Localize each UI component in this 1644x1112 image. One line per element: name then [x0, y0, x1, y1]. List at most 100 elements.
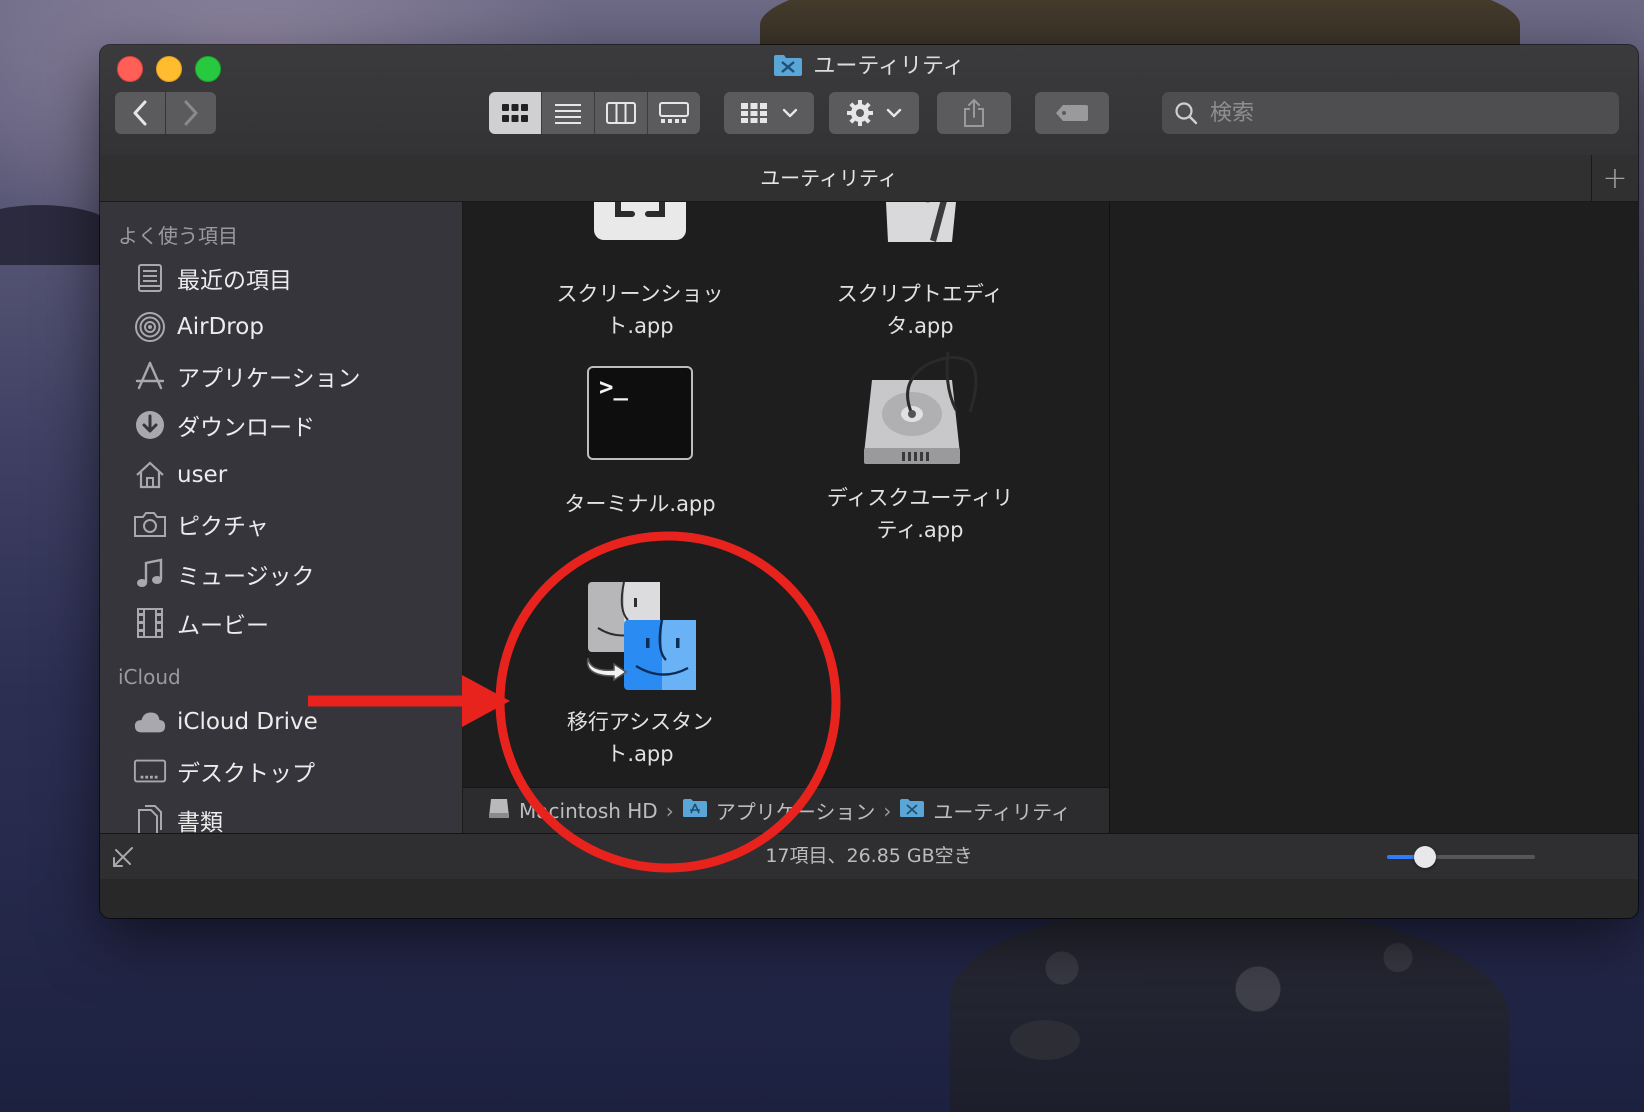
- chevron-down-icon: [782, 108, 798, 118]
- hard-drive-icon: [487, 797, 511, 824]
- file-item-terminal[interactable]: >_ ターミナル.app: [515, 366, 765, 520]
- sidebar-item-label: AirDrop: [177, 314, 264, 340]
- wallpaper-rock: [1010, 1020, 1080, 1060]
- sidebar-section-favorites: よく使う項目: [118, 224, 238, 248]
- path-item-applications[interactable]: アプリケーション: [716, 796, 876, 825]
- sidebar-item-airdrop[interactable]: AirDrop: [133, 307, 264, 347]
- migration-assistant-app-icon: [586, 581, 696, 690]
- file-browser: スクリーンショッ ト.app スクリプトエディ タ.app >_ ターミナル.a…: [463, 202, 1110, 787]
- terminal-app-icon: >_: [587, 366, 693, 460]
- sidebar-item-label: 書類: [177, 810, 223, 836]
- music-icon: [133, 557, 167, 591]
- screenshot-app-icon: [594, 202, 686, 240]
- file-item-disk-utility[interactable]: ディスクユーティリ ティ.app: [795, 352, 1045, 546]
- view-mode-control: [489, 92, 700, 134]
- tab-bar: ユーティリティ +: [100, 155, 1638, 202]
- chevron-right-icon: [184, 100, 198, 126]
- icon-size-slider[interactable]: [1387, 855, 1535, 859]
- file-name-line1: ディスクユーティリ: [826, 486, 1014, 510]
- camera-icon: [133, 507, 167, 541]
- file-name-line1: スクリプトエディ: [836, 282, 1004, 306]
- share-button[interactable]: [937, 92, 1011, 134]
- sidebar-item-label: ダウンロード: [177, 415, 315, 441]
- toolbar: ユーティリティ: [100, 45, 1638, 156]
- tag-icon: [1056, 105, 1088, 121]
- path-item-macintosh-hd[interactable]: Macintosh HD: [519, 799, 658, 823]
- airdrop-icon: [133, 310, 167, 344]
- grid-menu-icon: [741, 103, 767, 123]
- terminal-prompt: >_: [599, 373, 628, 401]
- tags-button[interactable]: [1035, 92, 1109, 134]
- search-field[interactable]: [1162, 92, 1619, 134]
- sidebar-item-label: デスクトップ: [177, 761, 315, 787]
- file-name-line2: ト.app: [606, 742, 674, 766]
- status-bar: 17項目、26.85 GB空き: [100, 833, 1638, 879]
- search-icon: [1175, 102, 1198, 125]
- cloud-icon: [133, 705, 167, 739]
- sidebar-item-pictures[interactable]: ピクチャ: [133, 504, 269, 544]
- path-item-utilities[interactable]: ユーティリティ: [933, 796, 1071, 825]
- path-separator: ›: [665, 798, 674, 823]
- file-item-migration-assistant[interactable]: 移行アシスタン ト.app: [515, 580, 765, 770]
- sidebar-item-movies[interactable]: ムービー: [133, 603, 269, 643]
- recents-icon: [133, 261, 167, 295]
- preview-pane: [1110, 202, 1638, 862]
- sidebar-item-desktop[interactable]: デスクトップ: [133, 751, 315, 791]
- applications-icon: [133, 359, 167, 393]
- sidebar-item-icloud-drive[interactable]: iCloud Drive: [133, 702, 318, 742]
- columns-icon: [606, 102, 636, 124]
- gallery-icon: [659, 102, 689, 123]
- forward-button[interactable]: [166, 92, 216, 134]
- search-input[interactable]: [1208, 99, 1592, 127]
- new-tab-button[interactable]: +: [1591, 155, 1638, 201]
- action-menu-button[interactable]: [829, 92, 919, 134]
- sidebar-item-applications[interactable]: アプリケーション: [133, 356, 361, 396]
- file-item-script-editor[interactable]: スクリプトエディ タ.app: [795, 202, 1045, 342]
- file-item-screenshot[interactable]: スクリーンショッ ト.app: [515, 202, 765, 342]
- window-title-text: ユーティリティ: [813, 54, 965, 79]
- wallpaper-rocks: [950, 905, 1510, 1112]
- group-by-button[interactable]: [724, 92, 814, 134]
- finder-window: ユーティリティ 検索 ユーティリティ + よく使う項目 最近の項目 AirDro…: [100, 45, 1638, 918]
- script-editor-app-icon: [886, 202, 956, 242]
- share-icon: [964, 99, 984, 127]
- sidebar: よく使う項目 最近の項目 AirDrop アプリケーション ダウンロード use…: [100, 202, 463, 862]
- sidebar-item-label: ピクチャ: [177, 514, 269, 540]
- sidebar-section-icloud: iCloud: [118, 665, 181, 689]
- tab-title[interactable]: ユーティリティ: [100, 155, 1558, 201]
- gallery-view-button[interactable]: [648, 92, 700, 134]
- path-bar: Macintosh HD › アプリケーション › ユーティリティ: [463, 787, 1110, 833]
- file-name-line1: ターミナル.app: [564, 492, 716, 516]
- file-name-line1: 移行アシスタン: [566, 710, 714, 734]
- file-name-line2: ト.app: [606, 314, 674, 338]
- applications-folder-icon: [682, 798, 708, 823]
- chevron-left-icon: [133, 100, 147, 126]
- home-icon: [133, 458, 167, 492]
- file-name-line2: タ.app: [886, 314, 954, 338]
- sidebar-item-label: アプリケーション: [177, 366, 361, 392]
- utilities-folder-icon: [773, 53, 803, 88]
- gear-icon: [847, 100, 873, 126]
- document-icon: [133, 803, 167, 837]
- sidebar-item-label: 最近の項目: [177, 268, 292, 294]
- icon-grid-icon: [502, 104, 528, 122]
- icon-view-button[interactable]: [489, 92, 542, 134]
- column-view-button[interactable]: [595, 92, 648, 134]
- file-name-line1: スクリーンショッ: [556, 282, 724, 306]
- downloads-icon: [133, 408, 167, 442]
- sidebar-item-label: user: [177, 462, 228, 488]
- utilities-folder-icon: [899, 798, 925, 823]
- file-name-line2: ティ.app: [876, 518, 964, 542]
- sidebar-item-label: ミュージック: [177, 564, 315, 590]
- chevron-down-icon: [886, 108, 902, 118]
- list-icon: [555, 104, 581, 124]
- desktop-icon: [133, 754, 167, 788]
- list-view-button[interactable]: [542, 92, 595, 134]
- path-separator: ›: [883, 798, 892, 823]
- sidebar-item-downloads[interactable]: ダウンロード: [133, 405, 315, 445]
- sidebar-item-label: iCloud Drive: [177, 709, 318, 735]
- sidebar-item-recents[interactable]: 最近の項目: [133, 258, 292, 298]
- sidebar-item-music[interactable]: ミュージック: [133, 554, 315, 594]
- sidebar-item-home[interactable]: user: [133, 455, 227, 495]
- back-button[interactable]: [115, 92, 165, 134]
